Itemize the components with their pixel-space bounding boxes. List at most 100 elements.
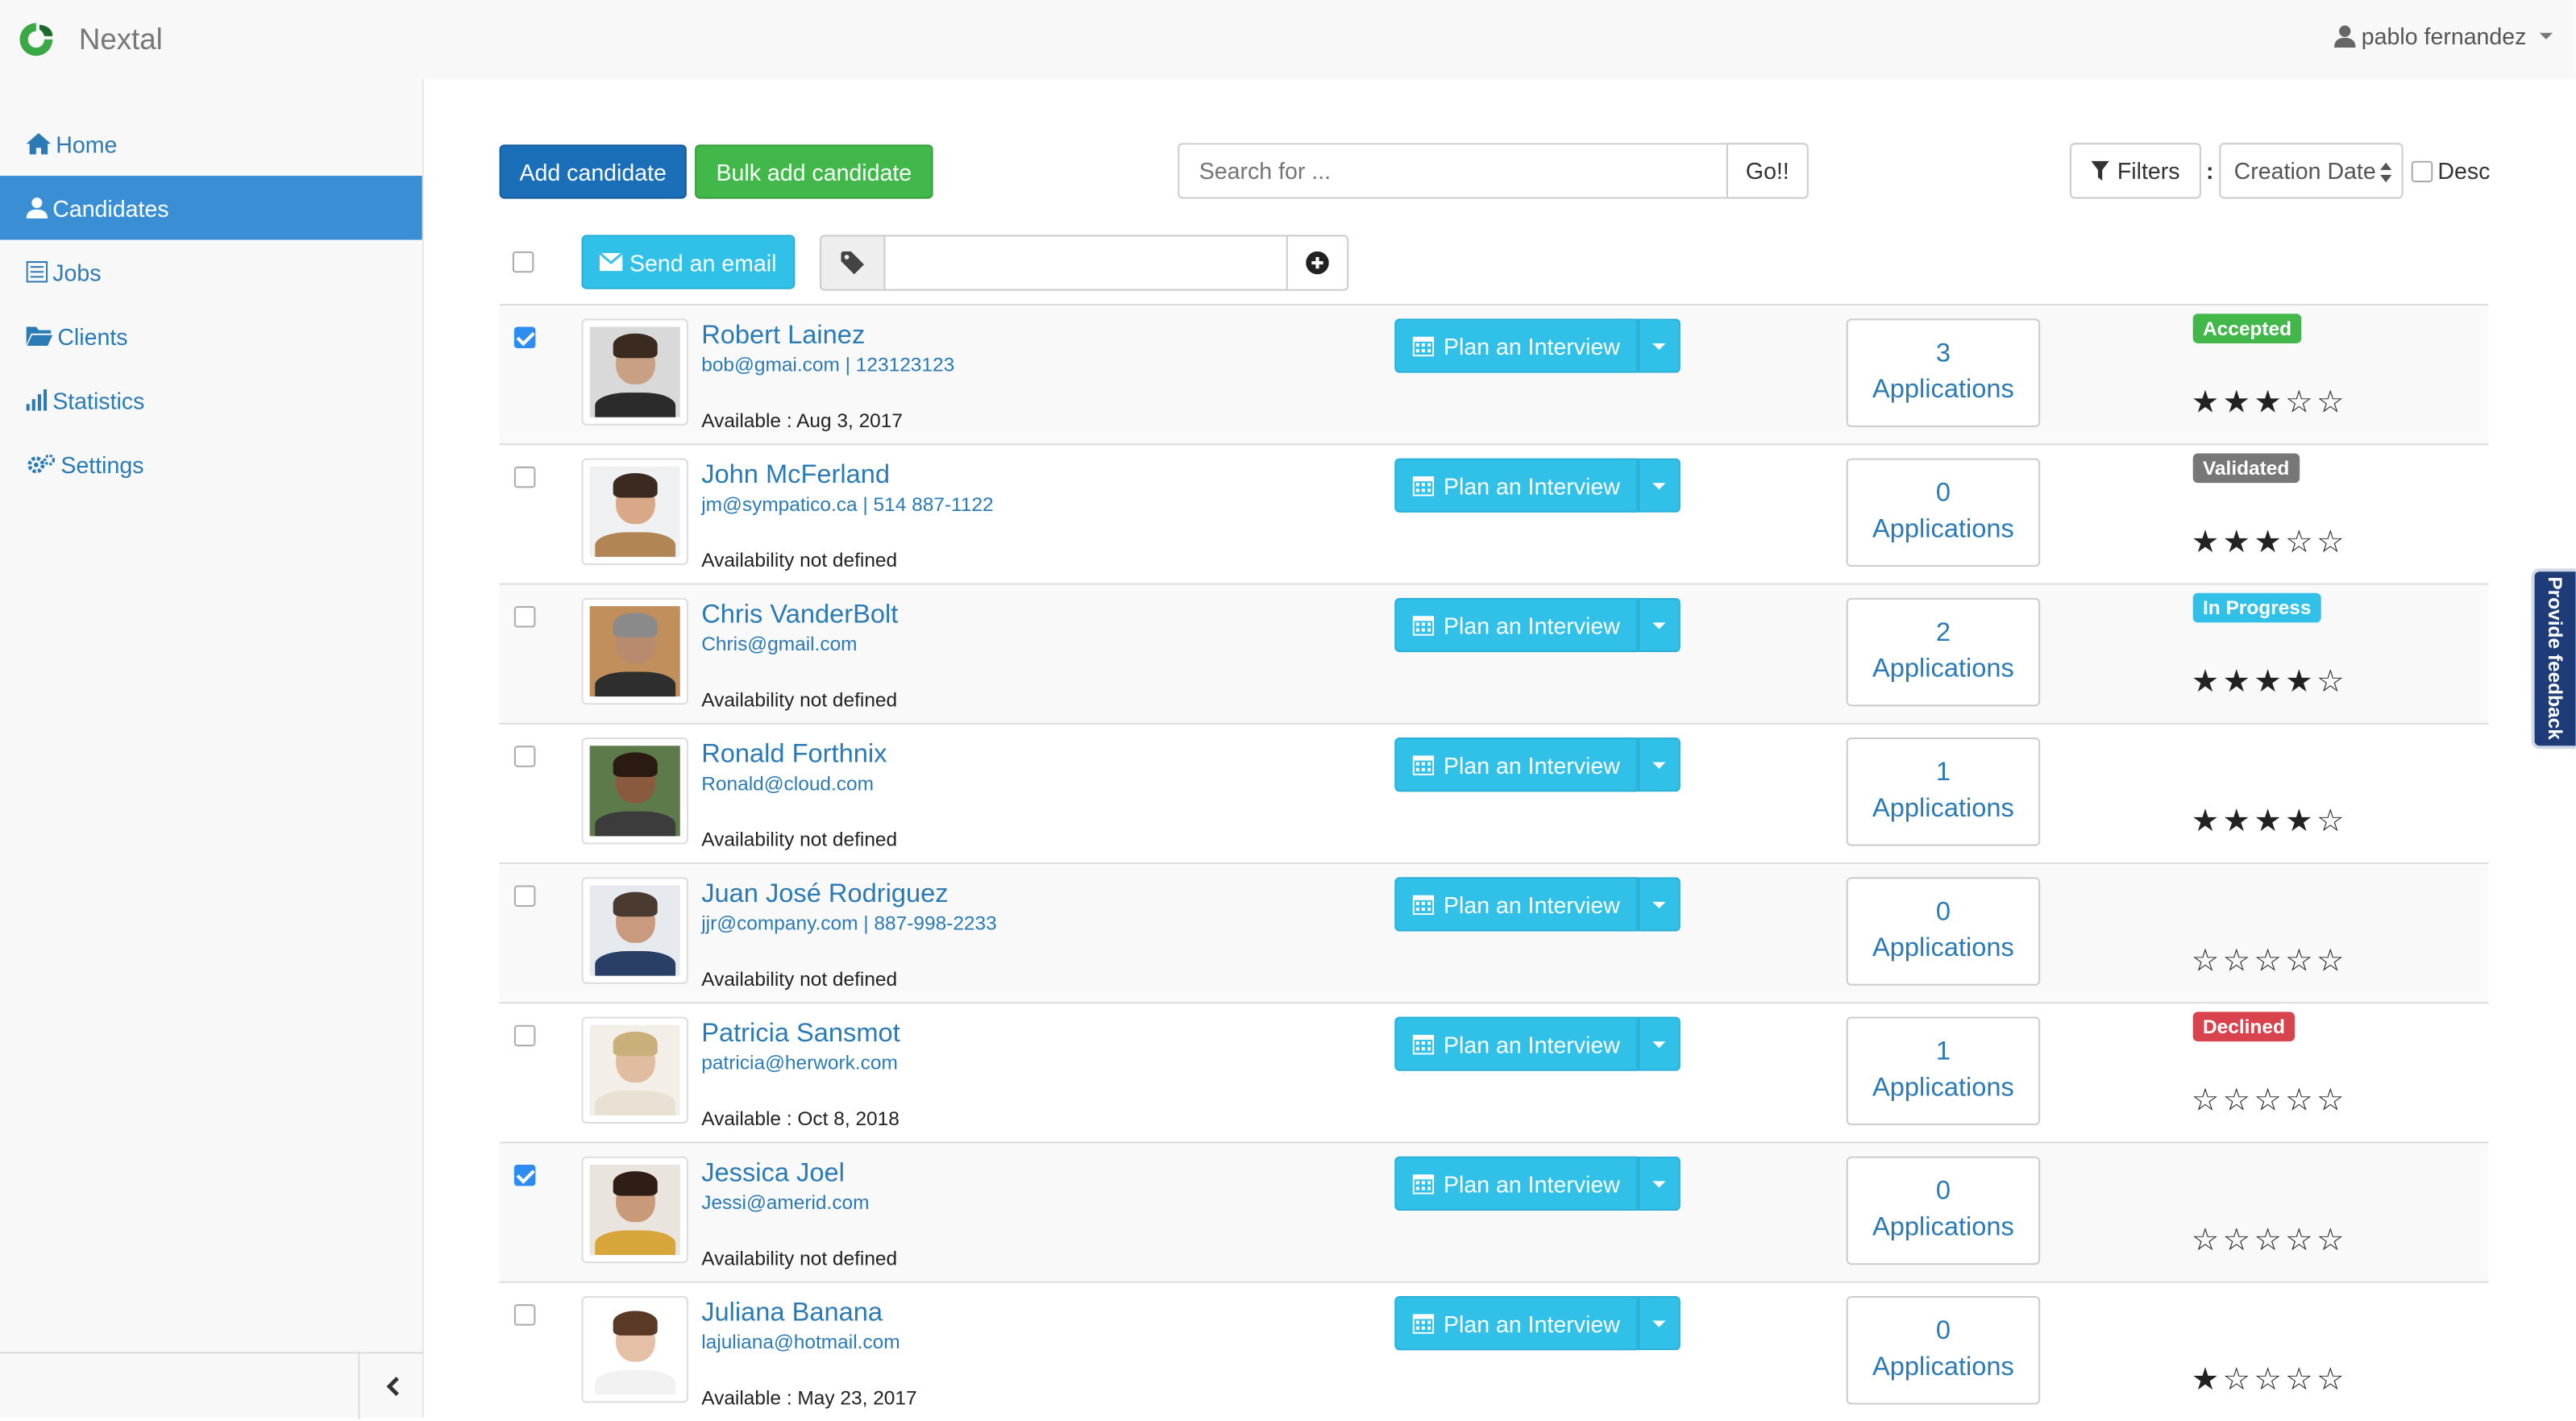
avatar[interactable] <box>581 1016 688 1124</box>
applications-button[interactable]: 2 Applications <box>1846 597 2041 707</box>
star-filled-icon[interactable]: ★ <box>2223 805 2254 840</box>
star-empty-icon[interactable]: ☆ <box>2223 1084 2254 1119</box>
candidate-name[interactable]: Patricia Sansmot <box>701 1020 900 1050</box>
sort-select[interactable]: Creation Date <box>2219 143 2404 199</box>
plan-interview-button[interactable]: Plan an Interview <box>1394 877 1638 932</box>
plan-interview-button[interactable]: Plan an Interview <box>1394 458 1638 513</box>
star-empty-icon[interactable]: ☆ <box>2223 1364 2254 1398</box>
avatar[interactable] <box>581 877 688 984</box>
plan-interview-dropdown-toggle[interactable] <box>1637 1016 1681 1071</box>
add-tag-button[interactable] <box>1286 235 1349 291</box>
applications-button[interactable]: 1 Applications <box>1846 1016 2041 1126</box>
plan-interview-button[interactable]: Plan an Interview <box>1394 1295 1638 1351</box>
desc-checkbox[interactable] <box>2411 160 2433 183</box>
sidebar-item-candidates[interactable]: Candidates <box>0 176 422 240</box>
star-filled-icon[interactable]: ★ <box>2223 526 2254 560</box>
star-empty-icon[interactable]: ☆ <box>2285 1364 2316 1398</box>
candidate-checkbox[interactable] <box>513 1024 536 1047</box>
search-input[interactable] <box>1178 143 1726 199</box>
tag-input[interactable] <box>885 235 1286 291</box>
avatar[interactable] <box>581 738 688 845</box>
candidate-contact[interactable]: patricia@herwork.com <box>701 1051 898 1074</box>
plan-interview-button[interactable]: Plan an Interview <box>1394 597 1638 653</box>
star-filled-icon[interactable]: ★ <box>2254 526 2285 560</box>
plan-interview-button[interactable]: Plan an Interview <box>1394 318 1638 373</box>
applications-button[interactable]: 3 Applications <box>1846 318 2041 427</box>
applications-button[interactable]: 0 Applications <box>1846 458 2041 567</box>
select-all-checkbox[interactable] <box>512 251 534 273</box>
star-empty-icon[interactable]: ☆ <box>2192 1084 2223 1119</box>
plan-interview-button[interactable]: Plan an Interview <box>1394 1156 1638 1211</box>
candidate-checkbox[interactable] <box>513 885 536 907</box>
star-empty-icon[interactable]: ☆ <box>2192 945 2223 979</box>
star-filled-icon[interactable]: ★ <box>2223 386 2254 421</box>
star-empty-icon[interactable]: ☆ <box>2316 1084 2348 1119</box>
star-empty-icon[interactable]: ☆ <box>2223 1224 2254 1258</box>
star-empty-icon[interactable]: ☆ <box>2285 386 2316 421</box>
candidate-name[interactable]: Juliana Banana <box>701 1299 883 1329</box>
star-empty-icon[interactable]: ☆ <box>2223 945 2254 979</box>
plan-interview-dropdown-toggle[interactable] <box>1637 597 1681 653</box>
avatar[interactable] <box>581 1156 688 1264</box>
bulk-add-candidate-button[interactable]: Bulk add candidate <box>695 144 933 199</box>
sidebar-item-clients[interactable]: Clients <box>0 304 422 368</box>
avatar[interactable] <box>581 318 688 426</box>
star-empty-icon[interactable]: ☆ <box>2254 1224 2285 1258</box>
star-filled-icon[interactable]: ★ <box>2192 665 2223 700</box>
search-go-button[interactable]: Go!! <box>1726 143 1809 199</box>
star-empty-icon[interactable]: ☆ <box>2316 386 2348 421</box>
user-menu[interactable]: pablo fernandez <box>2333 23 2553 49</box>
star-filled-icon[interactable]: ★ <box>2192 526 2223 560</box>
plan-interview-dropdown-toggle[interactable] <box>1637 877 1681 932</box>
collapse-sidebar-button[interactable] <box>358 1353 424 1419</box>
plan-interview-dropdown-toggle[interactable] <box>1637 1156 1681 1211</box>
star-filled-icon[interactable]: ★ <box>2192 1364 2223 1398</box>
star-filled-icon[interactable]: ★ <box>2254 665 2285 700</box>
candidate-contact[interactable]: Chris@gmail.com <box>701 633 857 656</box>
sidebar-item-statistics[interactable]: Statistics <box>0 368 422 432</box>
star-empty-icon[interactable]: ☆ <box>2316 526 2348 560</box>
avatar[interactable] <box>581 1295 688 1403</box>
candidate-name[interactable]: Juan José Rodriguez <box>701 880 948 910</box>
candidate-checkbox[interactable] <box>513 326 536 349</box>
star-filled-icon[interactable]: ★ <box>2192 805 2223 840</box>
star-empty-icon[interactable]: ☆ <box>2285 526 2316 560</box>
star-filled-icon[interactable]: ★ <box>2223 665 2254 700</box>
brand-name[interactable]: Nextal <box>79 23 163 57</box>
candidate-contact[interactable]: bob@gmai.com | 123123123 <box>701 353 954 376</box>
plan-interview-button[interactable]: Plan an Interview <box>1394 1016 1638 1071</box>
plan-interview-dropdown-toggle[interactable] <box>1637 318 1681 373</box>
star-empty-icon[interactable]: ☆ <box>2285 945 2316 979</box>
candidate-name[interactable]: Chris VanderBolt <box>701 601 898 631</box>
candidate-checkbox[interactable] <box>513 746 536 767</box>
candidate-checkbox[interactable] <box>513 466 536 488</box>
candidate-name[interactable]: Robert Lainez <box>701 322 865 351</box>
candidate-name[interactable]: John McFerland <box>701 462 890 492</box>
sidebar-item-jobs[interactable]: Jobs <box>0 240 422 304</box>
candidate-contact[interactable]: Jessi@amerid.com <box>701 1191 869 1215</box>
candidate-name[interactable]: Ronald Forthnix <box>701 741 887 771</box>
candidate-checkbox[interactable] <box>513 606 536 628</box>
star-empty-icon[interactable]: ☆ <box>2316 665 2348 700</box>
star-filled-icon[interactable]: ★ <box>2192 386 2223 421</box>
nextal-logo-icon[interactable] <box>16 19 56 59</box>
star-filled-icon[interactable]: ★ <box>2285 805 2316 840</box>
star-empty-icon[interactable]: ☆ <box>2316 1364 2348 1398</box>
star-empty-icon[interactable]: ☆ <box>2254 1364 2285 1398</box>
candidate-contact[interactable]: lajuliana@hotmail.com <box>701 1331 900 1354</box>
sidebar-item-settings[interactable]: Settings <box>0 432 422 496</box>
candidate-checkbox[interactable] <box>513 1164 536 1186</box>
candidate-contact[interactable]: jm@sympatico.ca | 514 887-1122 <box>701 492 993 516</box>
sidebar-item-home[interactable]: Home <box>0 112 422 176</box>
star-empty-icon[interactable]: ☆ <box>2285 1084 2316 1119</box>
plan-interview-dropdown-toggle[interactable] <box>1637 1295 1681 1351</box>
applications-button[interactable]: 0 Applications <box>1846 877 2041 986</box>
star-empty-icon[interactable]: ☆ <box>2316 805 2348 840</box>
plan-interview-dropdown-toggle[interactable] <box>1637 738 1681 792</box>
star-empty-icon[interactable]: ☆ <box>2192 1224 2223 1258</box>
filters-button[interactable]: Filters <box>2069 143 2201 199</box>
star-filled-icon[interactable]: ★ <box>2254 805 2285 840</box>
applications-button[interactable]: 1 Applications <box>1846 738 2041 846</box>
candidate-contact[interactable]: Ronald@cloud.com <box>701 772 874 796</box>
candidate-contact[interactable]: jjr@company.com | 887-998-2233 <box>701 912 997 935</box>
